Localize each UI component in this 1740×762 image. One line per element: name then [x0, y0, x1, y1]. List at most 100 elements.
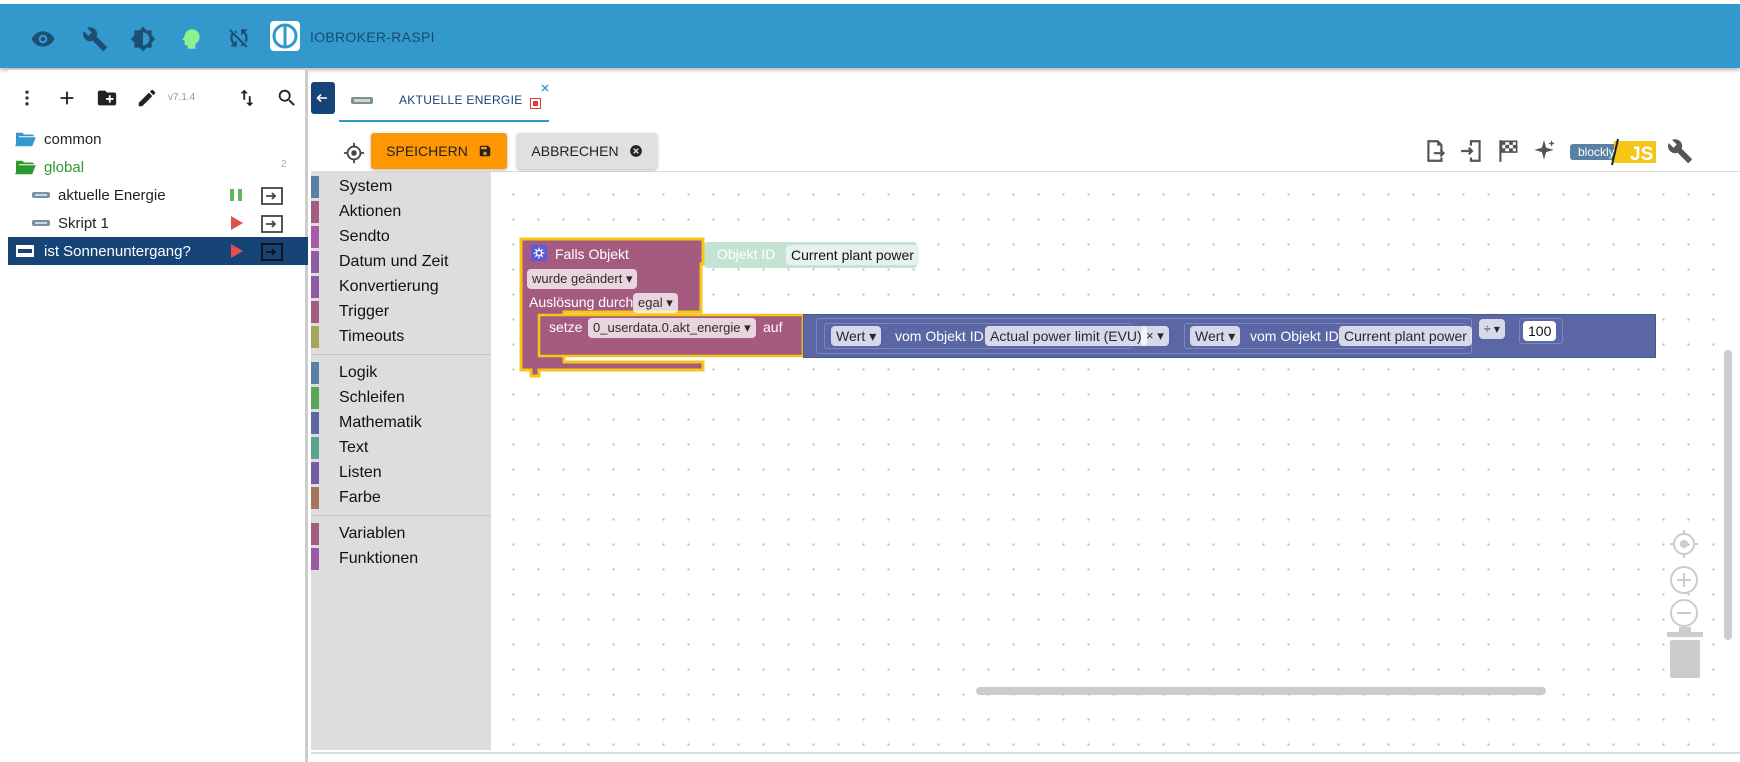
toolbox-category-listen[interactable]: Listen: [311, 461, 491, 485]
collapse-panel-button[interactable]: [311, 82, 335, 114]
editor-panel: AKTUELLE ENERGIE SPEICHERN ABBRECHEN blo…: [311, 70, 1740, 762]
bottom-splitter[interactable]: [311, 752, 1740, 762]
toolbox-category-logik[interactable]: Logik: [311, 361, 491, 385]
setze-label: setze: [549, 319, 583, 335]
unsaved-indicator-icon: [530, 98, 541, 109]
tree-item-label: global: [44, 158, 85, 176]
js-mode-label: JS: [1630, 144, 1653, 165]
toolbox-category-trigger[interactable]: Trigger: [311, 300, 491, 324]
auf-label: auf: [763, 319, 783, 335]
center-icon[interactable]: [1669, 529, 1699, 559]
pause-icon[interactable]: [228, 187, 244, 203]
blockly-script-icon: [351, 97, 373, 104]
rules-script-icon: [16, 245, 34, 257]
folder-open-icon: [15, 132, 36, 147]
scripts-panel: v7.1.4 common global 2 aktuelle Energie …: [8, 70, 308, 762]
sort-icon[interactable]: [234, 85, 260, 111]
setze-block-shape[interactable]: [491, 172, 821, 372]
cancel-label: ABBRECHEN: [531, 143, 619, 159]
app-name: IOBROKER-RASPI: [310, 29, 435, 45]
search-icon[interactable]: [274, 85, 300, 111]
export-icon[interactable]: [260, 215, 284, 233]
blockly-js-toggle[interactable]: blockly JS: [1568, 136, 1658, 166]
multiply-operator-dropdown[interactable]: × ▾: [1141, 326, 1169, 346]
save-button[interactable]: SPEICHERN: [371, 133, 507, 169]
close-tab-icon[interactable]: [540, 83, 550, 93]
locate-icon[interactable]: [343, 142, 365, 164]
wrench-icon[interactable]: [82, 26, 108, 52]
export-icon[interactable]: [260, 187, 284, 205]
blockly-script-icon: [32, 192, 50, 198]
sparkle-icon[interactable]: [1531, 138, 1557, 164]
toolbox-category-funktionen[interactable]: Funktionen: [311, 547, 491, 571]
toolbox-separator: [311, 515, 491, 516]
zoom-in-icon[interactable]: [1669, 565, 1699, 595]
cancel-button[interactable]: ABBRECHEN: [517, 133, 657, 169]
edit-icon[interactable]: [134, 85, 160, 111]
import-blocks-icon[interactable]: [1459, 138, 1485, 164]
export-blocks-icon[interactable]: [1423, 138, 1449, 164]
more-vert-icon[interactable]: [14, 85, 40, 111]
object-field-2[interactable]: Current plant power: [1339, 326, 1472, 346]
settings-wrench-icon[interactable]: [1667, 138, 1693, 164]
editor-toolbar: SPEICHERN ABBRECHEN blockly JS: [311, 126, 1740, 172]
wert-dropdown-2[interactable]: Wert ▾: [1190, 326, 1241, 346]
variable-dropdown[interactable]: 0_userdata.0.akt_energie ▾: [588, 318, 756, 338]
toolbox-category-datum-und-zeit[interactable]: Datum und Zeit: [311, 250, 491, 274]
tree-script-skript-1[interactable]: Skript 1: [8, 209, 308, 237]
blockly-mode-label: blockly: [1578, 145, 1615, 159]
divide-operator-dropdown[interactable]: ÷ ▾: [1479, 319, 1505, 339]
horizontal-scrollbar[interactable]: [976, 687, 1546, 695]
save-label: SPEICHERN: [386, 143, 468, 159]
export-icon[interactable]: [260, 243, 284, 261]
wert-dropdown-1[interactable]: Wert ▾: [831, 326, 882, 346]
tree-item-label: common: [44, 130, 102, 148]
toolbox-category-sendto[interactable]: Sendto: [311, 225, 491, 249]
tree-item-label: ist Sonnenuntergang?: [44, 242, 191, 260]
tree-item-label: aktuelle Energie: [58, 186, 166, 204]
tree-item-label: Skript 1: [58, 214, 109, 232]
script-count-badge: 2: [281, 159, 287, 170]
toolbox-category-farbe[interactable]: Farbe: [311, 486, 491, 510]
toolbox-category-aktionen[interactable]: Aktionen: [311, 200, 491, 224]
tab-aktuelle-energie[interactable]: AKTUELLE ENERGIE: [339, 80, 549, 122]
play-icon[interactable]: [230, 243, 244, 259]
top-bar: IOBROKER-RASPI: [0, 0, 1740, 68]
blockly-workspace[interactable]: Objekt ID Current plant power Falls Obje…: [491, 172, 1736, 750]
toolbox-category-text[interactable]: Text: [311, 436, 491, 460]
trash-icon[interactable]: [1663, 624, 1707, 680]
version-label: v7.1.4: [168, 92, 196, 103]
blockly-toolbox: System Aktionen Sendto Datum und Zeit Ko…: [311, 172, 491, 750]
vom-objekt-label-2: vom Objekt ID: [1250, 328, 1339, 344]
sync-off-icon[interactable]: [226, 26, 252, 52]
head-icon[interactable]: [178, 26, 204, 52]
tab-label: AKTUELLE ENERGIE: [399, 93, 523, 107]
tree-folder-global[interactable]: global 2: [8, 153, 308, 181]
vom-objekt-label-1: vom Objekt ID: [895, 328, 984, 344]
eye-icon[interactable]: [30, 26, 56, 52]
vertical-scrollbar[interactable]: [1724, 350, 1732, 640]
toolbox-category-mathematik[interactable]: Mathematik: [311, 411, 491, 435]
play-icon[interactable]: [230, 215, 244, 231]
cancel-icon: [629, 145, 642, 157]
tree-folder-common[interactable]: common: [8, 125, 308, 153]
object-field-1[interactable]: Actual power limit (EVU): [985, 326, 1147, 346]
scripts-toolbar: v7.1.4: [8, 70, 305, 126]
toolbox-category-variablen[interactable]: Variablen: [311, 522, 491, 546]
tree-script-aktuelle-energie[interactable]: aktuelle Energie: [8, 181, 308, 209]
toolbox-category-schleifen[interactable]: Schleifen: [311, 386, 491, 410]
toolbox-separator: [311, 354, 491, 355]
toolbox-category-timeouts[interactable]: Timeouts: [311, 325, 491, 349]
toolbox-category-system[interactable]: System: [311, 175, 491, 199]
number-field[interactable]: 100: [1523, 321, 1557, 341]
toolbox-category-konvertierung[interactable]: Konvertierung: [311, 275, 491, 299]
blockly-script-icon: [32, 220, 50, 226]
folder-open-icon: [15, 160, 36, 175]
checkered-flag-icon[interactable]: [1495, 138, 1521, 164]
tree-script-ist-sonnenuntergang[interactable]: ist Sonnenuntergang?: [8, 237, 308, 265]
arrow-left-icon: [316, 93, 327, 103]
add-folder-icon[interactable]: [94, 85, 120, 111]
save-icon: [479, 145, 491, 157]
brightness-icon[interactable]: [130, 26, 156, 52]
add-script-icon[interactable]: [54, 85, 80, 111]
